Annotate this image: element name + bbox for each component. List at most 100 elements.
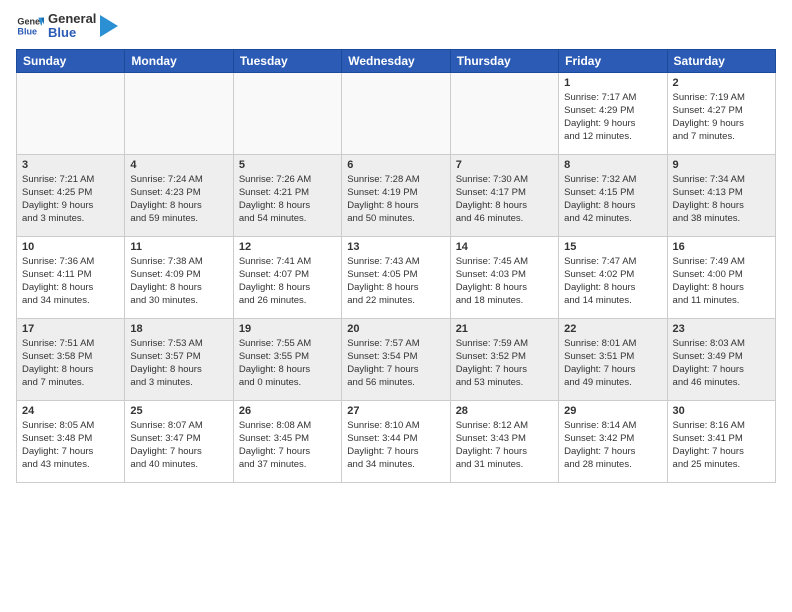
calendar-week-row: 10Sunrise: 7:36 AMSunset: 4:11 PMDayligh… [17, 236, 776, 318]
calendar-cell [125, 72, 233, 154]
day-info: Sunrise: 7:53 AMSunset: 3:57 PMDaylight:… [130, 337, 227, 390]
day-number: 12 [239, 241, 336, 253]
logo-general: General [48, 12, 96, 26]
day-info: Sunrise: 7:47 AMSunset: 4:02 PMDaylight:… [564, 255, 661, 308]
day-info: Sunrise: 8:05 AMSunset: 3:48 PMDaylight:… [22, 419, 119, 472]
day-number: 4 [130, 159, 227, 171]
calendar-header-friday: Friday [559, 49, 667, 72]
calendar-cell: 2 Sunrise: 7:19 AMSunset: 4:27 PMDaylight… [667, 72, 775, 154]
calendar-cell: 10Sunrise: 7:36 AMSunset: 4:11 PMDayligh… [17, 236, 125, 318]
day-info: Sunrise: 7:59 AMSunset: 3:52 PMDaylight:… [456, 337, 553, 390]
day-info: Sunrise: 7:38 AMSunset: 4:09 PMDaylight:… [130, 255, 227, 308]
calendar-cell: 25 Sunrise: 8:07 AMSunset: 3:47 PMDayligh… [125, 400, 233, 482]
calendar-cell: 6 Sunrise: 7:28 AMSunset: 4:19 PMDaylight… [342, 154, 450, 236]
calendar-header-tuesday: Tuesday [233, 49, 341, 72]
calendar-cell [342, 72, 450, 154]
calendar-cell: 18 Sunrise: 7:53 AMSunset: 3:57 PMDayligh… [125, 318, 233, 400]
day-info: Sunrise: 8:08 AMSunset: 3:45 PMDaylight:… [239, 419, 336, 472]
day-info: Sunrise: 7:32 AMSunset: 4:15 PMDaylight:… [564, 173, 661, 226]
calendar-header-row: SundayMondayTuesdayWednesdayThursdayFrid… [17, 49, 776, 72]
day-number: 7 [456, 159, 553, 171]
day-number: 16 [673, 241, 770, 253]
day-number: 13 [347, 241, 444, 253]
calendar-cell [450, 72, 558, 154]
day-info: Sunrise: 7:49 AMSunset: 4:00 PMDaylight:… [673, 255, 770, 308]
logo-icon: General Blue [16, 12, 44, 40]
calendar-cell: 3 Sunrise: 7:21 AMSunset: 4:25 PMDaylight… [17, 154, 125, 236]
day-info: Sunrise: 7:26 AMSunset: 4:21 PMDaylight:… [239, 173, 336, 226]
calendar-cell: 9 Sunrise: 7:34 AMSunset: 4:13 PMDaylight… [667, 154, 775, 236]
day-info: Sunrise: 7:17 AMSunset: 4:29 PMDaylight:… [564, 91, 661, 144]
day-info: Sunrise: 7:45 AMSunset: 4:03 PMDaylight:… [456, 255, 553, 308]
calendar-cell: 12 Sunrise: 7:41 AMSunset: 4:07 PMDayligh… [233, 236, 341, 318]
day-number: 14 [456, 241, 553, 253]
day-info: Sunrise: 8:01 AMSunset: 3:51 PMDaylight:… [564, 337, 661, 390]
calendar-cell: 16 Sunrise: 7:49 AMSunset: 4:00 PMDayligh… [667, 236, 775, 318]
day-number: 29 [564, 405, 661, 417]
day-info: Sunrise: 7:51 AMSunset: 3:58 PMDaylight:… [22, 337, 119, 390]
page: General Blue General Blue SundayMondayTu… [0, 0, 792, 612]
calendar-cell: 22 Sunrise: 8:01 AMSunset: 3:51 PMDayligh… [559, 318, 667, 400]
svg-text:Blue: Blue [17, 27, 37, 37]
day-number: 2 [673, 77, 770, 89]
day-info: Sunrise: 7:21 AMSunset: 4:25 PMDaylight:… [22, 173, 119, 226]
day-number: 9 [673, 159, 770, 171]
calendar-cell: 14 Sunrise: 7:45 AMSunset: 4:03 PMDayligh… [450, 236, 558, 318]
day-info: Sunrise: 8:12 AMSunset: 3:43 PMDaylight:… [456, 419, 553, 472]
day-number: 18 [130, 323, 227, 335]
day-number: 5 [239, 159, 336, 171]
day-info: Sunrise: 8:03 AMSunset: 3:49 PMDaylight:… [673, 337, 770, 390]
calendar-cell: 8Sunrise: 7:32 AMSunset: 4:15 PMDaylight… [559, 154, 667, 236]
day-number: 17 [22, 323, 119, 335]
day-info: Sunrise: 8:16 AMSunset: 3:41 PMDaylight:… [673, 419, 770, 472]
day-info: Sunrise: 7:19 AMSunset: 4:27 PMDaylight:… [673, 91, 770, 144]
calendar-cell [17, 72, 125, 154]
calendar-cell: 1 Sunrise: 7:17 AMSunset: 4:29 PMDaylight… [559, 72, 667, 154]
day-info: Sunrise: 8:14 AMSunset: 3:42 PMDaylight:… [564, 419, 661, 472]
day-info: Sunrise: 7:57 AMSunset: 3:54 PMDaylight:… [347, 337, 444, 390]
day-info: Sunrise: 8:10 AMSunset: 3:44 PMDaylight:… [347, 419, 444, 472]
calendar-header-saturday: Saturday [667, 49, 775, 72]
calendar-header-thursday: Thursday [450, 49, 558, 72]
calendar-cell: 19 Sunrise: 7:55 AMSunset: 3:55 PMDayligh… [233, 318, 341, 400]
day-info: Sunrise: 7:28 AMSunset: 4:19 PMDaylight:… [347, 173, 444, 226]
calendar-cell: 28 Sunrise: 8:12 AMSunset: 3:43 PMDayligh… [450, 400, 558, 482]
calendar-week-row: 24Sunrise: 8:05 AMSunset: 3:48 PMDayligh… [17, 400, 776, 482]
day-number: 30 [673, 405, 770, 417]
day-number: 22 [564, 323, 661, 335]
header: General Blue General Blue [16, 12, 776, 41]
calendar-week-row: 17 Sunrise: 7:51 AMSunset: 3:58 PMDayligh… [17, 318, 776, 400]
day-number: 1 [564, 77, 661, 89]
calendar-cell: 23Sunrise: 8:03 AMSunset: 3:49 PMDayligh… [667, 318, 775, 400]
day-number: 15 [564, 241, 661, 253]
day-number: 28 [456, 405, 553, 417]
day-number: 10 [22, 241, 119, 253]
day-info: Sunrise: 8:07 AMSunset: 3:47 PMDaylight:… [130, 419, 227, 472]
day-number: 11 [130, 241, 227, 253]
calendar-cell: 4Sunrise: 7:24 AMSunset: 4:23 PMDaylight… [125, 154, 233, 236]
calendar-cell: 24Sunrise: 8:05 AMSunset: 3:48 PMDayligh… [17, 400, 125, 482]
day-number: 6 [347, 159, 444, 171]
day-number: 26 [239, 405, 336, 417]
calendar-header-wednesday: Wednesday [342, 49, 450, 72]
calendar-week-row: 1 Sunrise: 7:17 AMSunset: 4:29 PMDaylight… [17, 72, 776, 154]
calendar-cell: 26 Sunrise: 8:08 AMSunset: 3:45 PMDayligh… [233, 400, 341, 482]
day-number: 25 [130, 405, 227, 417]
day-number: 20 [347, 323, 444, 335]
calendar-cell: 30 Sunrise: 8:16 AMSunset: 3:41 PMDayligh… [667, 400, 775, 482]
day-number: 3 [22, 159, 119, 171]
calendar-cell: 13 Sunrise: 7:43 AMSunset: 4:05 PMDayligh… [342, 236, 450, 318]
day-number: 27 [347, 405, 444, 417]
logo: General Blue General Blue [16, 12, 118, 41]
day-number: 21 [456, 323, 553, 335]
day-info: Sunrise: 7:43 AMSunset: 4:05 PMDaylight:… [347, 255, 444, 308]
calendar-cell: 15 Sunrise: 7:47 AMSunset: 4:02 PMDayligh… [559, 236, 667, 318]
day-number: 19 [239, 323, 336, 335]
calendar-cell: 17 Sunrise: 7:51 AMSunset: 3:58 PMDayligh… [17, 318, 125, 400]
day-info: Sunrise: 7:41 AMSunset: 4:07 PMDaylight:… [239, 255, 336, 308]
day-info: Sunrise: 7:34 AMSunset: 4:13 PMDaylight:… [673, 173, 770, 226]
day-info: Sunrise: 7:30 AMSunset: 4:17 PMDaylight:… [456, 173, 553, 226]
calendar-cell: 27 Sunrise: 8:10 AMSunset: 3:44 PMDayligh… [342, 400, 450, 482]
day-info: Sunrise: 7:55 AMSunset: 3:55 PMDaylight:… [239, 337, 336, 390]
calendar-cell: 20 Sunrise: 7:57 AMSunset: 3:54 PMDayligh… [342, 318, 450, 400]
